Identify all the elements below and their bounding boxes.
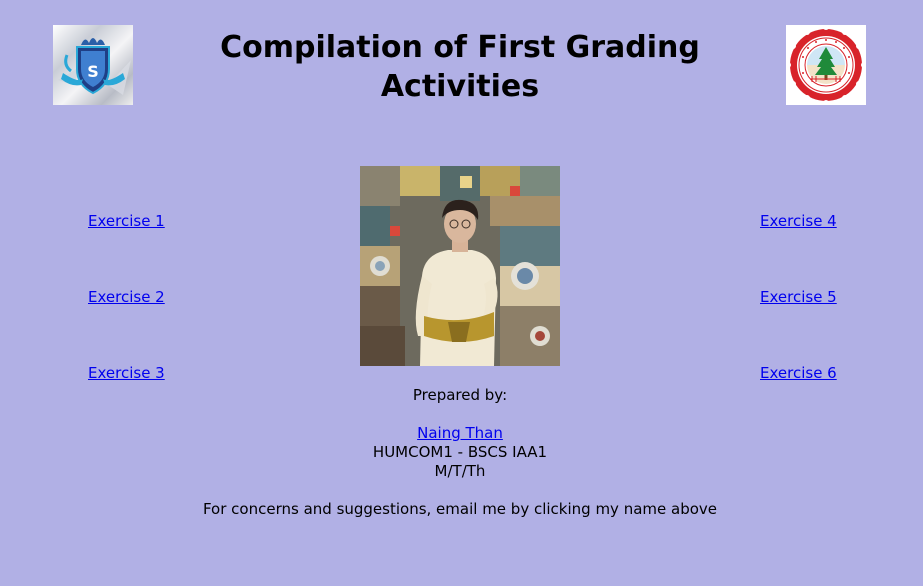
author-course: HUMCOM1 - BSCS IAA1 — [372, 443, 548, 461]
exercise-5-link[interactable]: Exercise 5 — [760, 287, 837, 307]
university-seal-logo — [786, 25, 866, 105]
svg-text:S: S — [87, 62, 99, 81]
exercise-6-link[interactable]: Exercise 6 — [760, 363, 837, 383]
profile-photo — [360, 166, 560, 366]
author-schedule: M/T/Th — [434, 462, 486, 480]
exercise-1-link[interactable]: Exercise 1 — [88, 211, 165, 231]
exercise-2-link[interactable]: Exercise 2 — [88, 287, 165, 307]
author-name-link[interactable]: Naing Than — [417, 424, 503, 442]
shield-emblem-logo: S — [53, 25, 133, 105]
page-title: Compilation of First Grading Activities — [220, 30, 700, 104]
author-name-row: Naing Than — [0, 424, 920, 443]
exercise-4-link[interactable]: Exercise 4 — [760, 211, 837, 231]
prepared-by-label: Prepared by: — [412, 386, 508, 404]
exercise-3-link[interactable]: Exercise 3 — [88, 363, 165, 383]
concerns-note: For concerns and suggestions, email me b… — [202, 500, 718, 518]
